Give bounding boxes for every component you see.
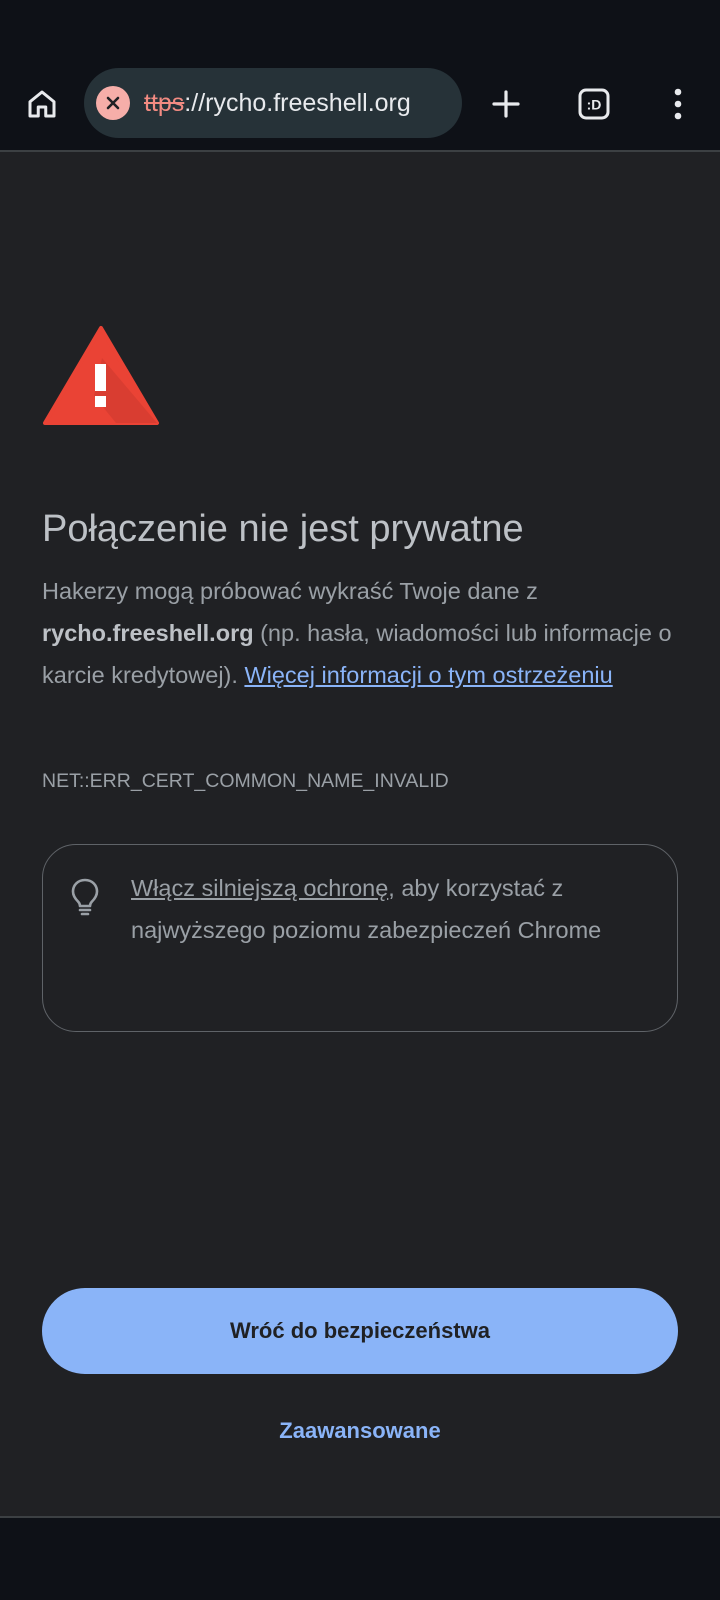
home-icon[interactable]: [18, 80, 66, 128]
explanation-text-1: Hakerzy mogą próbować wykraść Twoje dane…: [42, 578, 538, 604]
tab-count: :D: [587, 97, 602, 113]
explanation-host: rycho.freeshell.org: [42, 620, 254, 646]
back-to-safety-button[interactable]: Wróć do bezpieczeństwa: [42, 1288, 678, 1374]
url-text: ttps://rycho.freeshell.org: [144, 89, 411, 118]
plus-icon[interactable]: [482, 80, 530, 128]
url-scheme: ttps: [144, 88, 185, 117]
learn-more-link[interactable]: Więcej informacji o tym ostrzeżeniu: [244, 662, 612, 688]
page-title: Połączenie nie jest prywatne: [42, 508, 524, 550]
not-secure-icon[interactable]: [96, 86, 130, 120]
navigation-bar: [0, 1516, 720, 1600]
tab-switcher-icon[interactable]: :D: [570, 80, 618, 128]
enhanced-protection-card: Włącz silniejszą ochronę, aby korzystać …: [42, 844, 678, 1032]
protection-tip: Włącz silniejszą ochronę, aby korzystać …: [131, 867, 651, 951]
advanced-button[interactable]: Zaawansowane: [42, 1418, 678, 1444]
error-explanation: Hakerzy mogą próbować wykraść Twoje dane…: [42, 570, 678, 696]
enhanced-protection-link[interactable]: Włącz silniejszą ochronę: [131, 875, 388, 901]
status-bar: [0, 0, 720, 60]
error-code: NET::ERR_CERT_COMMON_NAME_INVALID: [42, 770, 449, 792]
more-vert-icon[interactable]: [654, 80, 702, 128]
browser-toolbar: ttps://rycho.freeshell.org :D: [0, 60, 720, 152]
warning-triangle-icon: [42, 324, 160, 426]
url-host: ://rycho.freeshell.org: [184, 88, 411, 117]
lightbulb-icon: [69, 877, 101, 917]
address-bar[interactable]: ttps://rycho.freeshell.org: [84, 68, 462, 138]
